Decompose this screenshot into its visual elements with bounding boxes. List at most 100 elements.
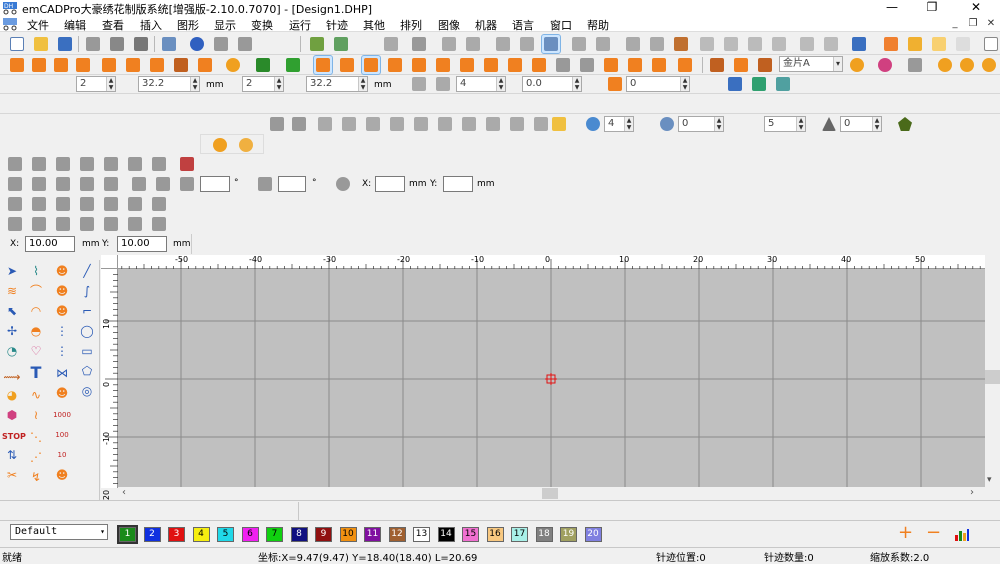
horizontal-scroll-thumb[interactable] xyxy=(542,488,558,499)
distribute-4-button[interactable] xyxy=(78,215,96,233)
color-swatch-8[interactable]: 8 xyxy=(290,527,308,542)
stitch-row-icon[interactable]: ⋰ xyxy=(26,448,46,466)
param-1-spin[interactable]: 2 ▲ ▼ xyxy=(76,76,116,92)
color-swatch-13[interactable]: 13 xyxy=(413,527,430,542)
count-10-icon[interactable]: 10 xyxy=(52,446,72,464)
menu-machine[interactable]: 机器 xyxy=(475,17,497,33)
font-settings-button[interactable] xyxy=(848,56,866,74)
offset-x-input[interactable]: 10.00 xyxy=(25,236,75,252)
sequin-clear-button[interactable] xyxy=(954,35,972,53)
align-right-button[interactable] xyxy=(594,35,612,53)
run-tool-icon[interactable]: ⌇ xyxy=(26,262,46,280)
distribute-3-button[interactable] xyxy=(54,215,72,233)
stitch-list-button[interactable] xyxy=(726,75,744,93)
vertex-button[interactable] xyxy=(254,56,272,74)
pattern-tool-icon[interactable]: ⌒ xyxy=(26,282,46,300)
heart-tool-icon[interactable]: ♡ xyxy=(26,342,46,360)
lock-all-button[interactable] xyxy=(672,35,690,53)
letter-c-button[interactable] xyxy=(980,56,998,74)
applique-tool-icon[interactable]: ☻ xyxy=(52,262,72,280)
stitch-edit-8-button[interactable] xyxy=(436,115,454,133)
cut-button[interactable] xyxy=(84,35,102,53)
offset-y-input[interactable]: 10.00 xyxy=(117,236,167,252)
layer-select[interactable]: Default ▾ xyxy=(10,524,108,540)
zigzag-tool-icon[interactable]: ⟿ xyxy=(2,368,22,386)
hide-all-button[interactable] xyxy=(770,35,788,53)
stitch-mode-3-button[interactable] xyxy=(361,55,381,75)
param-7-spin[interactable]: 0 ▲ ▼ xyxy=(626,76,690,92)
stitch-mode-4-button[interactable] xyxy=(386,56,404,74)
font-select[interactable]: 金片A ▾ xyxy=(779,56,843,72)
arrange-5-button[interactable] xyxy=(102,155,120,173)
adjust-tool-icon[interactable]: ⇅ xyxy=(2,446,22,464)
color-swatch-17[interactable]: 17 xyxy=(511,527,528,542)
open-folder-icon[interactable] xyxy=(550,115,568,133)
show-button[interactable] xyxy=(698,35,716,53)
cross-stitch-button[interactable] xyxy=(124,56,142,74)
stitch-edit-6-button[interactable] xyxy=(388,115,406,133)
stitch-edit-3-button[interactable] xyxy=(316,115,334,133)
connect-button[interactable] xyxy=(906,56,924,74)
wave-stitch-button[interactable] xyxy=(52,56,70,74)
motif-fill-button[interactable] xyxy=(196,56,214,74)
distribute-1-button[interactable] xyxy=(6,215,24,233)
align-7-button[interactable] xyxy=(150,195,168,213)
menu-display[interactable]: 显示 xyxy=(214,17,236,33)
table-button[interactable] xyxy=(850,35,868,53)
param-3-spin[interactable]: 2 ▲ ▼ xyxy=(242,76,284,92)
menu-file[interactable]: 文件 xyxy=(27,17,49,33)
arrange-2-button[interactable] xyxy=(30,155,48,173)
distribute-7-button[interactable] xyxy=(150,215,168,233)
move-x-input[interactable] xyxy=(375,176,405,192)
rectangle-tool-icon[interactable]: ▭ xyxy=(77,342,97,360)
trim-tool-icon[interactable]: ✂ xyxy=(2,466,22,484)
bezier-tool-icon[interactable]: ∫ xyxy=(77,282,97,300)
scroll-right-icon[interactable]: › xyxy=(970,487,974,498)
color-swatch-3[interactable]: 3 xyxy=(168,527,185,542)
stitch-edit-12-button[interactable] xyxy=(532,115,550,133)
menu-image[interactable]: 图像 xyxy=(438,17,460,33)
applique-2-icon[interactable]: ☻ xyxy=(52,282,72,300)
lock-button[interactable] xyxy=(624,35,642,53)
color-swatch-2[interactable]: 2 xyxy=(143,527,161,542)
satin-stitch-button[interactable] xyxy=(30,56,48,74)
letter-a-button[interactable] xyxy=(936,56,954,74)
add-point-button[interactable] xyxy=(410,75,428,93)
menu-run[interactable]: 运行 xyxy=(289,17,311,33)
distribute-5-button[interactable] xyxy=(102,215,120,233)
transform-6-button[interactable] xyxy=(130,175,148,193)
stitch-mode-10-button[interactable] xyxy=(530,56,548,74)
sequin-fill-button[interactable] xyxy=(906,35,924,53)
stitch-mode-6-button[interactable] xyxy=(434,56,452,74)
stitch-mode-1-button[interactable] xyxy=(313,55,333,75)
menu-stitch[interactable]: 针迹 xyxy=(326,17,348,33)
fill-stitch-button[interactable] xyxy=(148,56,166,74)
needle-3-button[interactable] xyxy=(756,56,774,74)
mdi-minimize-button[interactable]: _ xyxy=(948,17,962,31)
transform-7-button[interactable] xyxy=(154,175,172,193)
text-tool-icon[interactable]: T xyxy=(26,364,46,382)
sequin-button[interactable] xyxy=(882,35,900,53)
show-all-button[interactable] xyxy=(746,35,764,53)
node-edit-icon[interactable]: ⬉ xyxy=(2,302,22,320)
frame-all-button[interactable] xyxy=(822,35,840,53)
color-swatch-15[interactable]: 15 xyxy=(462,527,479,542)
param-5-spin[interactable]: 4 ▲ ▼ xyxy=(456,76,506,92)
count-100-icon[interactable]: 100 xyxy=(52,426,72,444)
minimize-button[interactable]: — xyxy=(874,0,910,16)
menu-transform[interactable]: 变换 xyxy=(251,17,273,33)
count-1000-icon[interactable]: 1000 xyxy=(52,406,72,424)
stitch-mode-14-button[interactable] xyxy=(626,56,644,74)
paste-button[interactable] xyxy=(132,35,150,53)
color-chart-icon[interactable] xyxy=(954,527,970,541)
hide-button[interactable] xyxy=(722,35,740,53)
color-swatch-14[interactable]: 14 xyxy=(437,527,455,542)
chain-stitch-button[interactable] xyxy=(100,56,118,74)
stitch-mode-8-button[interactable] xyxy=(482,56,500,74)
color-swatch-10[interactable]: 10 xyxy=(339,527,357,542)
copy-button[interactable] xyxy=(108,35,126,53)
mdi-restore-button[interactable]: ❐ xyxy=(966,17,980,31)
menu-shape[interactable]: 图形 xyxy=(177,17,199,33)
stitch-sort-icon[interactable]: ↯ xyxy=(26,468,46,486)
sequin-stitch-button[interactable] xyxy=(224,56,242,74)
